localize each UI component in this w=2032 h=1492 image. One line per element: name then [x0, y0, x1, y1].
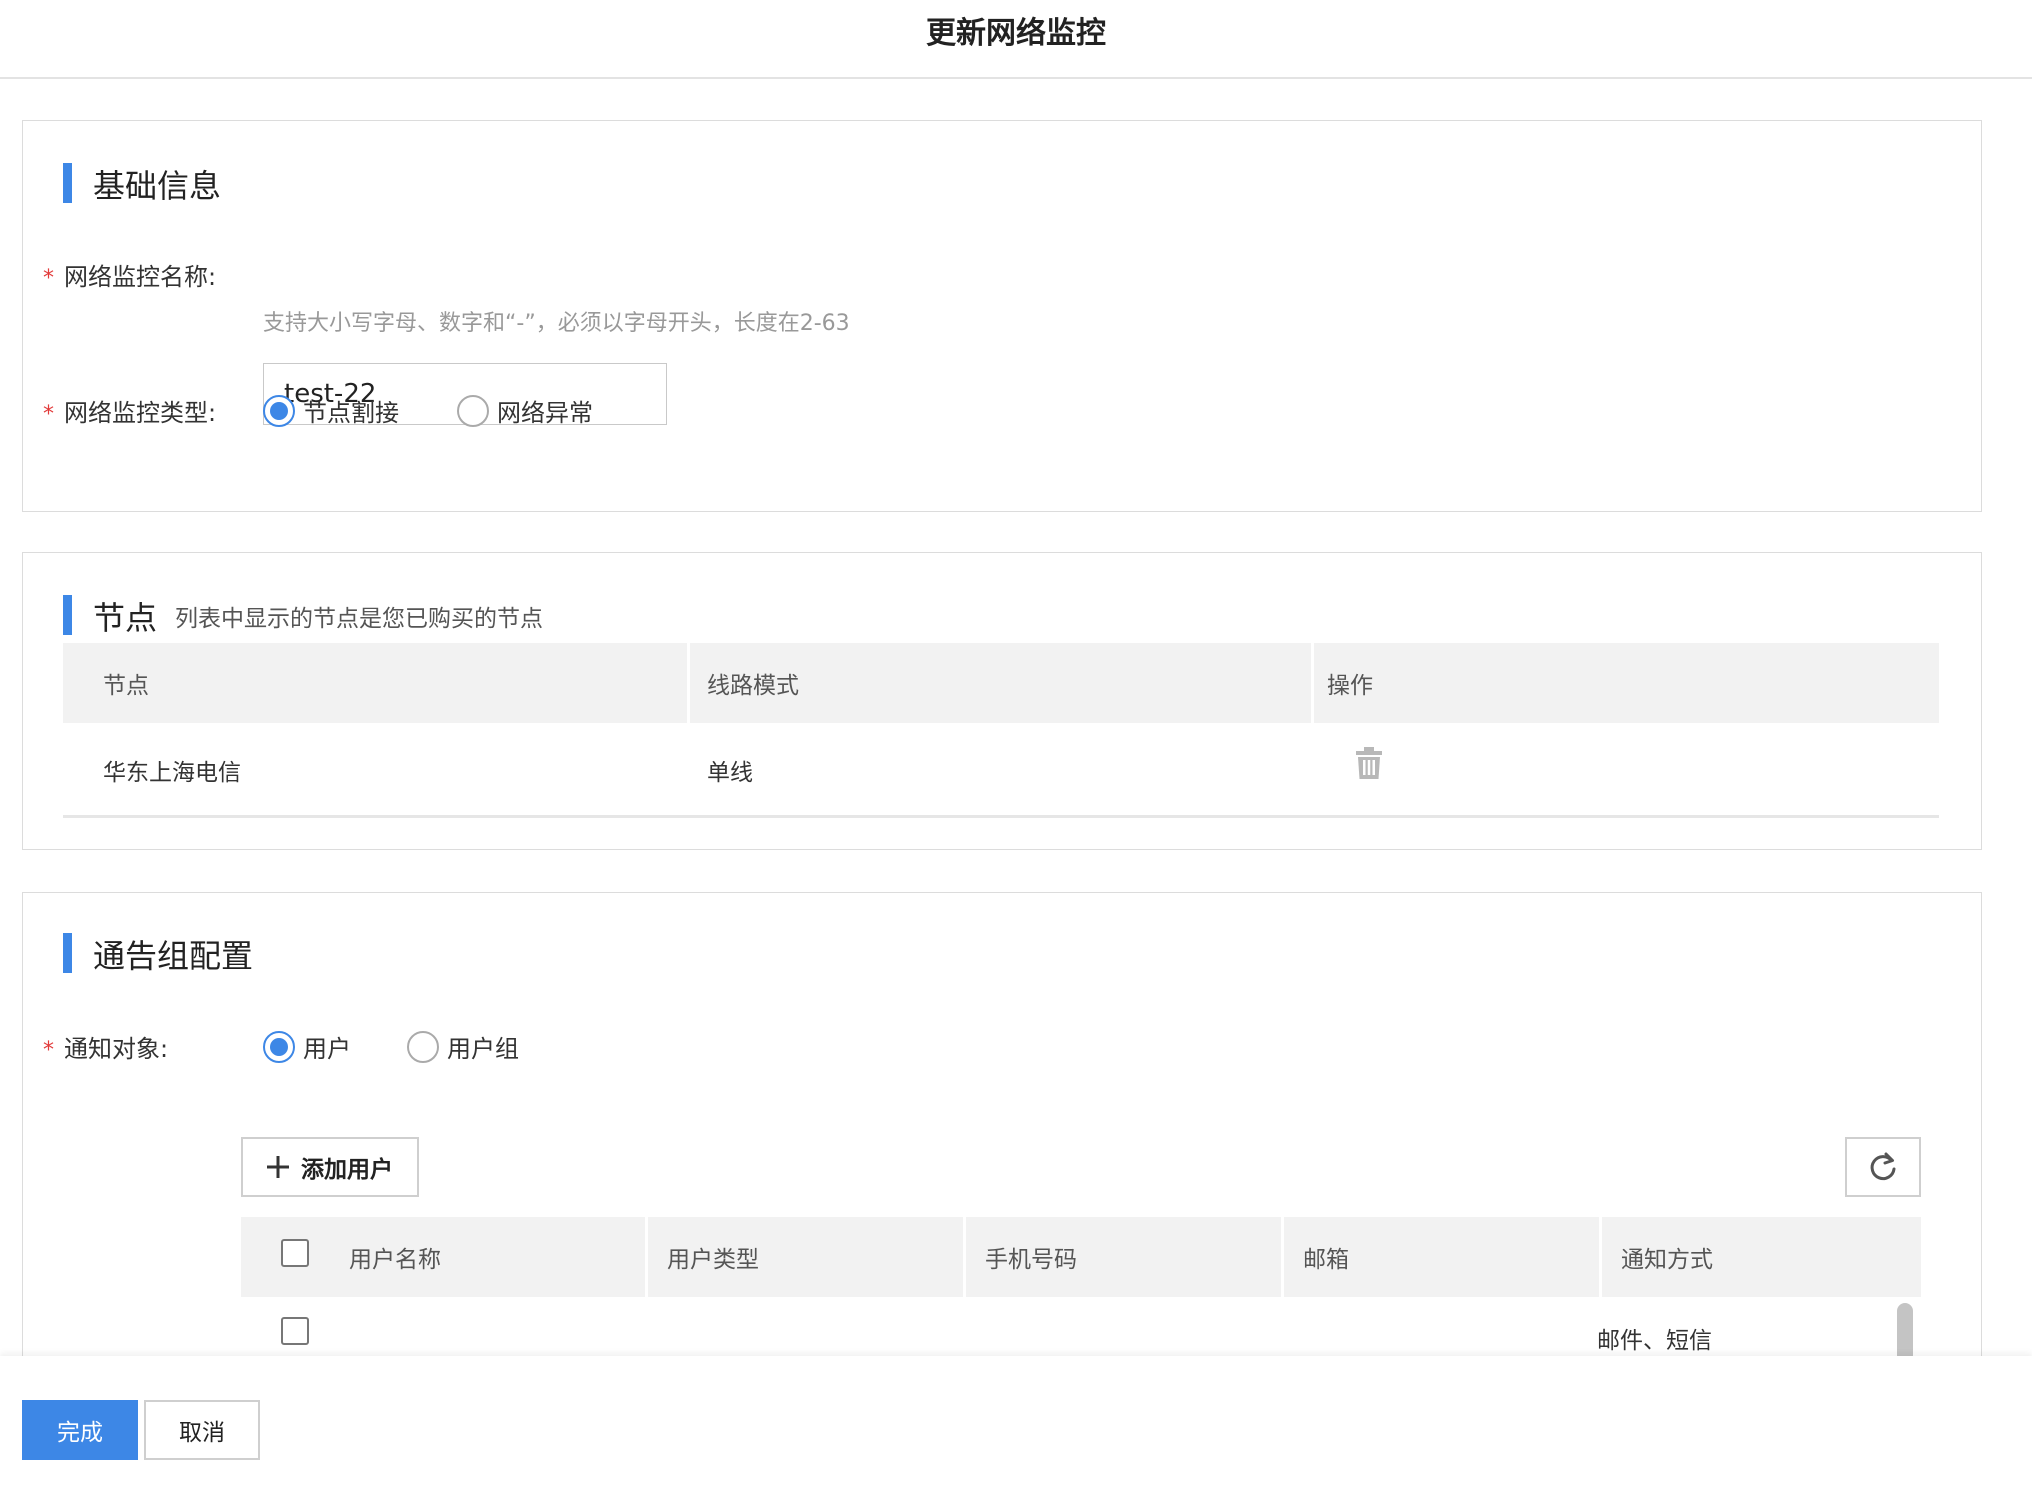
section-title-basic: 基础信息 — [93, 167, 222, 205]
radio-button[interactable] — [457, 394, 489, 427]
section-title-notify: 通告组配置 — [93, 937, 254, 975]
target-field-label: * 通知对象: — [43, 1035, 169, 1063]
plus-icon — [267, 1156, 289, 1178]
column-divider — [1599, 1217, 1602, 1297]
row-checkbox[interactable] — [281, 1317, 309, 1345]
select-all-checkbox[interactable] — [281, 1239, 309, 1267]
column-header-phone: 手机号码 — [985, 1247, 1077, 1273]
add-user-button[interactable]: 添加用户 — [241, 1137, 419, 1197]
column-header-line-mode: 线路模式 — [707, 673, 799, 699]
radio-button[interactable] — [263, 1030, 295, 1063]
users-table-header: 用户名称 用户类型 手机号码 邮箱 通知方式 — [241, 1217, 1921, 1297]
refresh-button[interactable] — [1845, 1137, 1921, 1197]
required-mark: * — [43, 1038, 54, 1063]
type-field-label: * 网络监控类型: — [43, 399, 217, 427]
basic-info-section: 基础信息 *网络监控名称: 支持大小写字母、数字和“-”，必须以字母开头，长度在… — [22, 120, 1982, 512]
row-divider — [63, 815, 1939, 818]
radio-button[interactable] — [407, 1030, 439, 1063]
nodes-subtitle: 列表中显示的节点是您已购买的节点 — [175, 606, 543, 632]
cell-line-mode: 单线 — [707, 760, 753, 786]
nodes-table-header: 节点 线路模式 操作 — [63, 643, 1939, 723]
add-user-label: 添加用户 — [301, 1157, 393, 1183]
column-header-user-name: 用户名称 — [349, 1247, 441, 1273]
cancel-button[interactable]: 取消 — [144, 1400, 260, 1460]
column-divider — [687, 643, 690, 723]
name-field-label: * 网络监控名称: — [43, 263, 217, 291]
column-header-notify-method: 通知方式 — [1621, 1247, 1713, 1273]
cell-node: 华东上海电信 — [103, 760, 241, 786]
type-radio-cutover[interactable]: 节点割接 — [263, 393, 399, 428]
column-header-node: 节点 — [103, 673, 149, 699]
page-title: 更新网络监控 — [926, 16, 1106, 51]
column-divider — [645, 1217, 648, 1297]
column-header-user-type: 用户类型 — [667, 1247, 759, 1273]
target-radio-user[interactable]: 用户 — [263, 1029, 351, 1064]
section-accent-bar — [63, 163, 72, 203]
nodes-section: 节点 列表中显示的节点是您已购买的节点 节点 线路模式 操作 华东上海电信 单线 — [22, 552, 1982, 850]
section-title-nodes: 节点 — [93, 599, 158, 637]
column-divider — [963, 1217, 966, 1297]
refresh-icon — [1870, 1152, 1896, 1181]
dialog-footer: 完成 取消 — [0, 1356, 2032, 1492]
cell-notify-method: 邮件、短信 — [1597, 1328, 1712, 1354]
column-header-action: 操作 — [1327, 673, 1373, 699]
trash-icon[interactable] — [1355, 747, 1383, 779]
column-divider — [1281, 1217, 1284, 1297]
name-hint: 支持大小写字母、数字和“-”，必须以字母开头，长度在2-63 — [263, 311, 850, 336]
required-mark: * — [43, 402, 54, 427]
notify-section: 通告组配置 * 通知对象: 用户 用户组 添加用户 用户名称 用户类型 手机号码 … — [22, 892, 1982, 1392]
section-accent-bar — [63, 933, 72, 973]
target-radio-user-group[interactable]: 用户组 — [407, 1029, 519, 1064]
required-mark: * — [43, 266, 54, 291]
done-button[interactable]: 完成 — [22, 1400, 138, 1460]
table-scrollbar[interactable] — [1897, 1303, 1913, 1363]
section-accent-bar — [63, 595, 72, 635]
column-divider — [1311, 643, 1314, 723]
dialog-header: 更新网络监控 — [0, 0, 2032, 79]
column-header-email: 邮箱 — [1303, 1247, 1349, 1273]
radio-button[interactable] — [263, 394, 295, 427]
type-radio-network-error[interactable]: 网络异常 — [457, 393, 593, 428]
